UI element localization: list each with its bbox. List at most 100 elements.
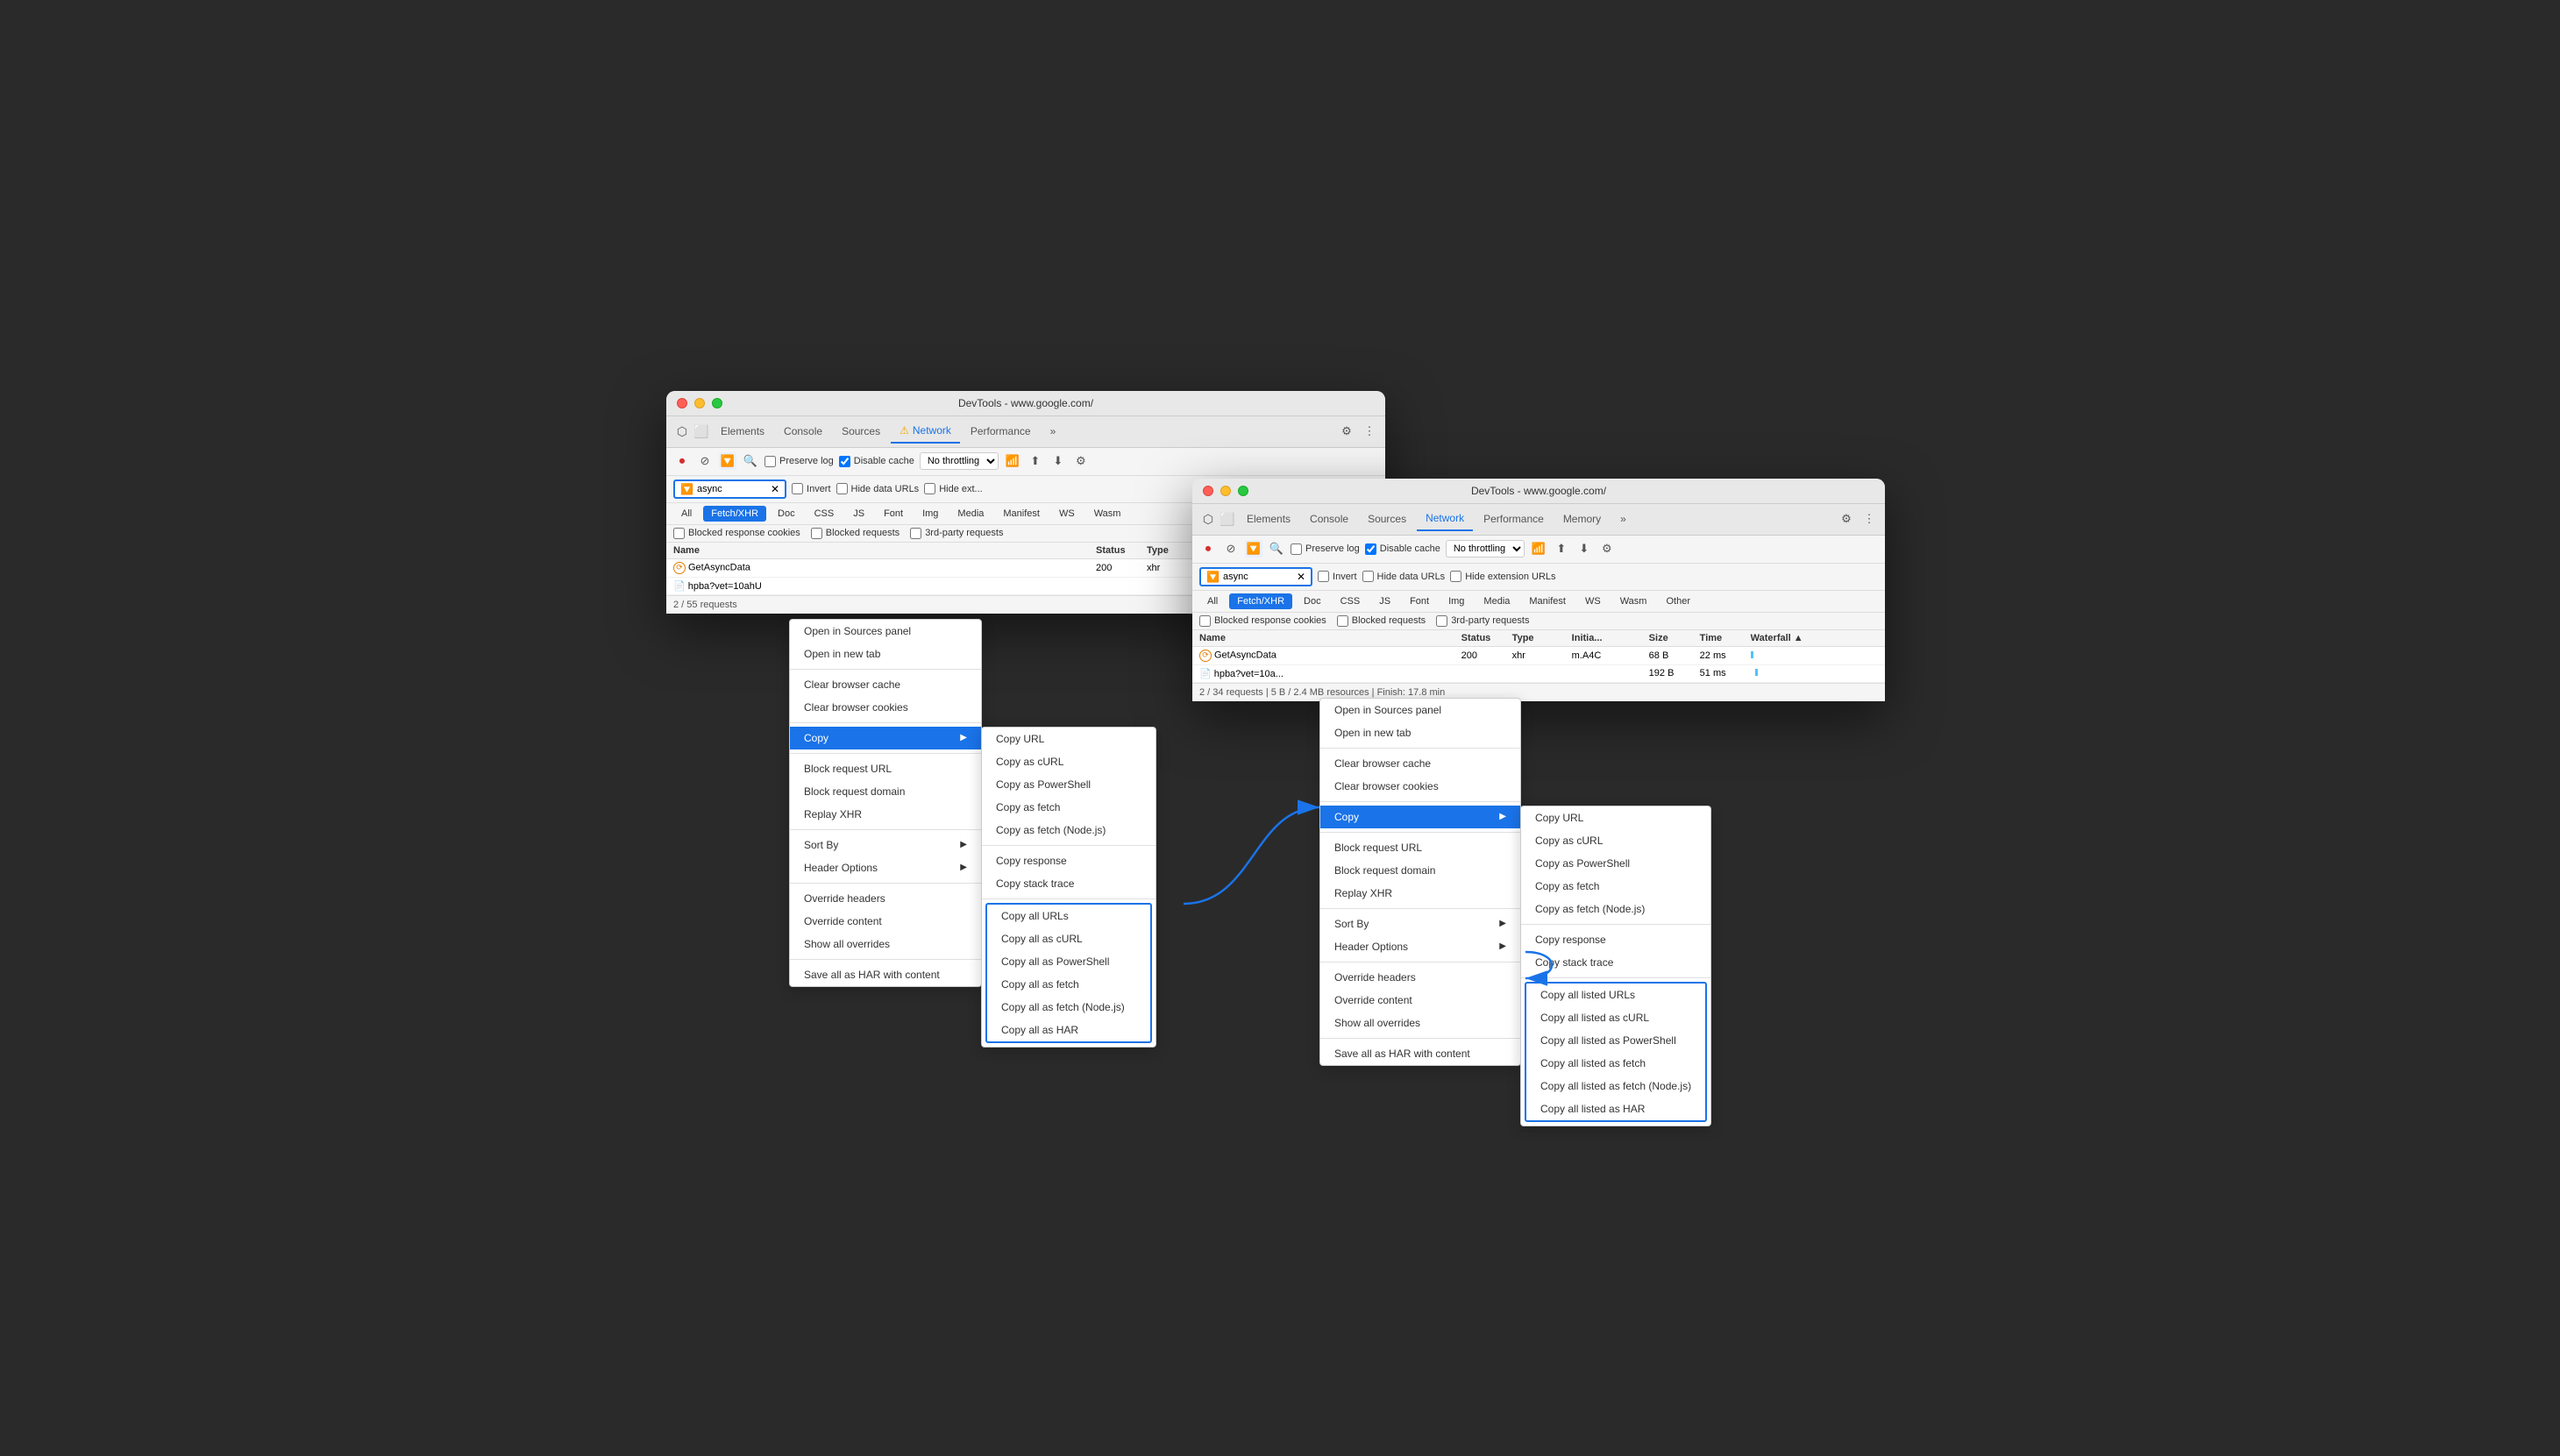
filter2-css[interactable]: CSS — [1333, 593, 1369, 609]
third-party-label[interactable]: 3rd-party requests — [910, 528, 1003, 539]
copy2-all-listed-urls[interactable]: Copy all listed URLs — [1526, 984, 1705, 1006]
disable-cache-checkbox[interactable] — [839, 456, 850, 467]
third-party-checkbox[interactable] — [910, 528, 921, 539]
filter-icon-2[interactable]: 🔽 — [1245, 540, 1262, 558]
device-icon[interactable]: ⬜ — [693, 423, 710, 440]
filter-font[interactable]: Font — [876, 506, 911, 522]
upload-icon[interactable]: ⬆ — [1027, 452, 1044, 470]
filter2-img[interactable]: Img — [1440, 593, 1472, 609]
menu2-copy[interactable]: Copy ▶ Copy URL Copy as cURL Copy as Pow… — [1320, 806, 1520, 828]
filter2-media[interactable]: Media — [1476, 593, 1518, 609]
menu2-block-url[interactable]: Block request URL — [1320, 836, 1520, 859]
minimize-button-1[interactable] — [694, 398, 705, 408]
hide-data-urls-label-2[interactable]: Hide data URLs — [1362, 571, 1446, 582]
blocked-cookies-checkbox[interactable] — [673, 528, 685, 539]
network-settings-icon[interactable]: ⚙ — [1072, 452, 1090, 470]
search-icon[interactable]: 🔍 — [742, 452, 759, 470]
third-party-label-2[interactable]: 3rd-party requests — [1436, 615, 1529, 627]
menu-override-headers[interactable]: Override headers — [790, 887, 981, 910]
search-input-1[interactable] — [697, 484, 767, 494]
copy2-all-listed-powershell[interactable]: Copy all listed as PowerShell — [1526, 1029, 1705, 1052]
filter-fetch-xhr[interactable]: Fetch/XHR — [703, 506, 766, 522]
copy-fetch-node[interactable]: Copy as fetch (Node.js) — [982, 819, 1156, 842]
filter2-js[interactable]: JS — [1371, 593, 1398, 609]
menu-block-url[interactable]: Block request URL — [790, 757, 981, 780]
copy-curl[interactable]: Copy as cURL — [982, 750, 1156, 773]
tab2-memory[interactable]: Memory — [1554, 507, 1610, 531]
tab2-performance[interactable]: Performance — [1475, 507, 1553, 531]
copy-all-urls[interactable]: Copy all URLs — [987, 905, 1150, 927]
copy-stack-trace[interactable]: Copy stack trace — [982, 872, 1156, 895]
copy2-powershell[interactable]: Copy as PowerShell — [1521, 852, 1710, 875]
hide-data-urls-checkbox-2[interactable] — [1362, 571, 1374, 582]
tab-console[interactable]: Console — [775, 419, 831, 444]
copy2-fetch[interactable]: Copy as fetch — [1521, 875, 1710, 898]
menu-sort-by[interactable]: Sort By ▶ — [790, 834, 981, 856]
copy2-response[interactable]: Copy response — [1521, 928, 1710, 951]
minimize-button-2[interactable] — [1220, 486, 1231, 496]
filter-icon[interactable]: 🔽 — [719, 452, 736, 470]
tab-elements[interactable]: Elements — [712, 419, 773, 444]
throttling-select-2[interactable]: No throttling — [1446, 540, 1525, 558]
menu-clear-cookies[interactable]: Clear browser cookies — [790, 696, 981, 719]
tab2-elements[interactable]: Elements — [1238, 507, 1299, 531]
menu2-save-har[interactable]: Save all as HAR with content — [1320, 1042, 1520, 1065]
tab2-more[interactable]: » — [1611, 507, 1635, 531]
menu2-open-tab[interactable]: Open in new tab — [1320, 721, 1520, 744]
menu2-open-sources[interactable]: Open in Sources panel — [1320, 699, 1520, 721]
preserve-log-checkbox-2[interactable] — [1291, 543, 1302, 555]
hide-ext-label[interactable]: Hide ext... — [924, 483, 983, 494]
menu-replay-xhr[interactable]: Replay XHR — [790, 803, 981, 826]
copy-response[interactable]: Copy response — [982, 849, 1156, 872]
invert-label-2[interactable]: Invert — [1318, 571, 1357, 582]
hide-ext-checkbox-2[interactable] — [1450, 571, 1461, 582]
filter-wasm[interactable]: Wasm — [1086, 506, 1129, 522]
maximize-button-2[interactable] — [1238, 486, 1248, 496]
copy-url[interactable]: Copy URL — [982, 728, 1156, 750]
menu-save-har[interactable]: Save all as HAR with content — [790, 963, 981, 986]
copy2-all-listed-har[interactable]: Copy all listed as HAR — [1526, 1097, 1705, 1120]
filter2-ws[interactable]: WS — [1577, 593, 1609, 609]
menu2-override-content[interactable]: Override content — [1320, 989, 1520, 1012]
copy2-url[interactable]: Copy URL — [1521, 806, 1710, 829]
filter-img[interactable]: Img — [914, 506, 946, 522]
upload-icon-2[interactable]: ⬆ — [1553, 540, 1570, 558]
filter-media[interactable]: Media — [949, 506, 992, 522]
close-button-1[interactable] — [677, 398, 687, 408]
search-box-1[interactable]: 🔽 ✕ — [673, 479, 786, 499]
copy-all-fetch-node[interactable]: Copy all as fetch (Node.js) — [987, 996, 1150, 1019]
tab-more[interactable]: » — [1042, 419, 1065, 444]
blocked-requests-checkbox[interactable] — [811, 528, 822, 539]
menu2-block-domain[interactable]: Block request domain — [1320, 859, 1520, 882]
disable-cache-label-2[interactable]: Disable cache — [1365, 543, 1440, 555]
menu2-replay-xhr[interactable]: Replay XHR — [1320, 882, 1520, 905]
copy2-all-listed-curl[interactable]: Copy all listed as cURL — [1526, 1006, 1705, 1029]
filter-all[interactable]: All — [673, 506, 700, 522]
settings-icon[interactable]: ⚙ — [1338, 423, 1355, 440]
menu2-show-overrides[interactable]: Show all overrides — [1320, 1012, 1520, 1034]
preserve-log-checkbox[interactable] — [764, 456, 776, 467]
wifi-icon-2[interactable]: 📶 — [1530, 540, 1547, 558]
menu-copy[interactable]: Copy ▶ Copy URL Copy as cURL Copy as Pow… — [790, 727, 981, 749]
tab2-sources[interactable]: Sources — [1359, 507, 1415, 531]
tab-sources[interactable]: Sources — [833, 419, 889, 444]
download-icon-2[interactable]: ⬇ — [1575, 540, 1593, 558]
search-icon-2[interactable]: 🔍 — [1268, 540, 1285, 558]
clear-icon[interactable]: ⊘ — [696, 452, 714, 470]
menu2-sort-by[interactable]: Sort By ▶ — [1320, 913, 1520, 935]
menu-header-options[interactable]: Header Options ▶ — [790, 856, 981, 879]
more-icon-2[interactable]: ⋮ — [1860, 510, 1878, 528]
tab-network[interactable]: ⚠Network — [891, 419, 960, 444]
blocked-requests-label[interactable]: Blocked requests — [811, 528, 900, 539]
tab2-console[interactable]: Console — [1301, 507, 1357, 531]
menu-open-sources[interactable]: Open in Sources panel — [790, 620, 981, 643]
search-input-2[interactable] — [1223, 572, 1293, 582]
preserve-log-label[interactable]: Preserve log — [764, 456, 834, 467]
menu-clear-cache[interactable]: Clear browser cache — [790, 673, 981, 696]
throttling-select[interactable]: No throttling — [920, 452, 999, 470]
copy2-all-listed-fetch[interactable]: Copy all listed as fetch — [1526, 1052, 1705, 1075]
blocked-cookies-label[interactable]: Blocked response cookies — [673, 528, 800, 539]
wifi-icon[interactable]: 📶 — [1004, 452, 1021, 470]
menu2-clear-cookies[interactable]: Clear browser cookies — [1320, 775, 1520, 798]
filter-ws[interactable]: WS — [1051, 506, 1083, 522]
